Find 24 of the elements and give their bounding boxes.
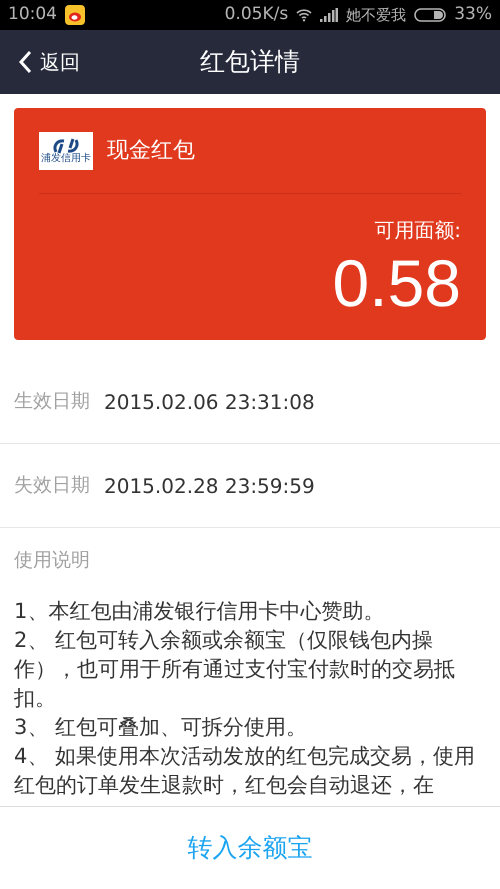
logo-mark-icon [53,138,79,154]
wifi-icon [296,8,312,22]
field-value: 2015.02.06 23:31:08 [104,388,315,416]
battery-percent: 33% [454,3,492,26]
clock: 10:04 [8,3,57,26]
logo-text: 浦发信用卡 [41,154,91,164]
field-label: 生效日期 [14,389,90,414]
instruction-item: 2、 红包可转入余额或余额宝（仅限钱包内操作），也可用于所有通过支付宝付款时的交易抵扣。 [14,626,456,712]
packet-name: 现金红包 [107,137,195,165]
app-notification-icon [65,5,85,25]
instruction-item: 3、 红包可叠加、可拆分使用。 [14,714,308,740]
instruction-item: 1、本红包由浦发银行信用卡中心赞助。 [14,598,386,624]
carrier-name: 她不爱我 [346,4,406,26]
field-label: 失效日期 [14,473,90,498]
battery-icon [414,8,446,22]
amount-value: 0.58 [332,250,461,316]
network-speed: 0.05K/s [224,3,288,26]
signal-icon [320,8,338,22]
instructions-title: 使用说明 [13,548,91,573]
back-button[interactable]: 返回 [0,47,80,77]
page-title: 红包详情 [200,46,300,78]
instruction-item: 4、 如果使用本次活动发放的红包完成交易，使用红包的订单发生退款时，红包会自动退还，在 [14,742,476,798]
amount-label: 可用面额: [374,220,461,240]
field-value: 2015.02.28 23:59:59 [104,472,315,500]
